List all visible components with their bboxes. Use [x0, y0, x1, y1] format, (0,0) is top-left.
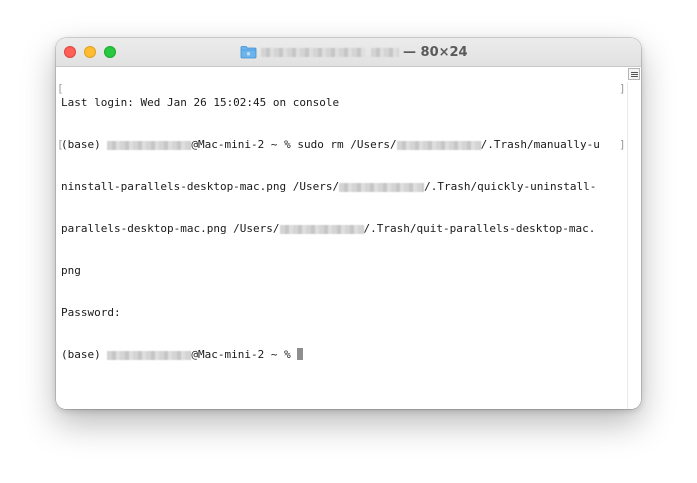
redacted-username [107, 140, 192, 150]
menu-line-icon [630, 71, 638, 73]
line-text: @Mac-mini-2 ~ % sudo rm /Users/ [191, 138, 397, 151]
terminal-line: png [61, 264, 600, 278]
scroll-menu-button[interactable] [628, 68, 640, 80]
line-text: /.Trash/manually-u [480, 138, 600, 151]
line-text: /.Trash/quickly-uninstall- [424, 180, 597, 193]
mark-bracket-close: ] [619, 82, 626, 95]
menu-line-icon [630, 75, 638, 77]
line-text: (base) [61, 138, 108, 151]
line-text: Last login: Wed Jan 26 15:02:45 on conso… [61, 96, 340, 109]
line-text: png [61, 264, 81, 277]
terminal-line: (base) @Mac-mini-2 ~ % sudo rm /Users/ /.… [61, 138, 600, 152]
minimize-button[interactable] [84, 46, 96, 58]
zoom-button[interactable] [104, 46, 116, 58]
title-bar[interactable]: — 80×24 [56, 38, 641, 67]
terminal-line: Password: [61, 306, 600, 320]
terminal-line: (base) @Mac-mini-2 ~ % [61, 348, 600, 362]
redacted-username [339, 182, 425, 192]
redacted-username [261, 47, 365, 57]
terminal-line: Last login: Wed Jan 26 15:02:45 on conso… [61, 96, 600, 110]
window-title-suffix: — 80×24 [403, 44, 468, 60]
line-text: parallels-desktop-mac.png /Users/ [61, 222, 280, 235]
folder-icon [240, 46, 257, 59]
window-title: — 80×24 [240, 44, 468, 60]
line-text: Password: [61, 306, 121, 319]
menu-line-icon [630, 73, 638, 75]
terminal-output[interactable]: Last login: Wed Jan 26 15:02:45 on conso… [61, 68, 600, 390]
text-cursor [297, 348, 304, 360]
terminal-line: ninstall-parallels-desktop-mac.png /User… [61, 180, 600, 194]
close-button[interactable] [64, 46, 76, 58]
terminal-window: — 80×24 [ ] [ ] Last login: Wed Jan 26 1… [56, 38, 641, 409]
line-text: /.Trash/quit-parallels-desktop-mac. [363, 222, 596, 235]
line-text: (base) [61, 348, 108, 361]
redacted-username [396, 140, 481, 150]
prompt-text: @Mac-mini-2 ~ % [191, 348, 298, 361]
redacted-username [107, 350, 192, 360]
scroll-divider [627, 82, 628, 409]
redacted-username [279, 224, 364, 234]
mark-bracket-close: ] [619, 138, 626, 151]
redacted-hostname [371, 47, 399, 57]
line-text: ninstall-parallels-desktop-mac.png /User… [61, 180, 340, 193]
terminal-line: parallels-desktop-mac.png /Users/ /.Trash… [61, 222, 600, 236]
